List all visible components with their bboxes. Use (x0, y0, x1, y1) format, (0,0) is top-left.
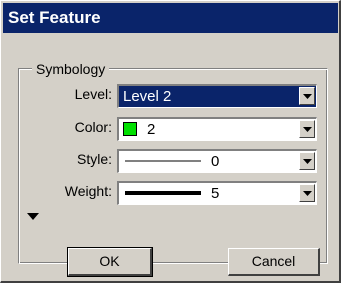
level-dropdown-button[interactable] (299, 87, 315, 105)
style-dropdown[interactable]: 0 (117, 149, 317, 173)
symbology-group-label: Symbology (32, 59, 110, 79)
weight-dropdown[interactable]: 5 (117, 181, 317, 205)
color-swatch (123, 122, 137, 136)
style-label: Style: (76, 151, 112, 167)
style-value: 0 (211, 153, 220, 170)
level-dropdown[interactable]: Level 2 (117, 84, 317, 108)
chevron-down-icon (303, 191, 312, 196)
color-dropdown-button[interactable] (299, 120, 315, 138)
chevron-down-icon (303, 94, 312, 99)
weight-value: 5 (211, 185, 220, 202)
weight-dropdown-button[interactable] (299, 184, 315, 202)
color-value: 2 (147, 121, 156, 138)
chevron-down-icon (303, 127, 312, 132)
triangle-down-icon[interactable] (27, 213, 39, 220)
ok-button[interactable]: OK (67, 247, 153, 277)
weight-label: Weight: (64, 183, 112, 199)
level-value: Level 2 (123, 88, 172, 105)
line-style-sample (125, 160, 201, 162)
line-weight-sample (125, 191, 201, 195)
level-label: Level: (74, 86, 112, 102)
style-dropdown-button[interactable] (299, 152, 315, 170)
cancel-button[interactable]: Cancel (228, 248, 320, 276)
chevron-down-icon (303, 159, 312, 164)
color-dropdown[interactable]: 2 (117, 117, 317, 141)
color-label: Color: (74, 119, 112, 135)
dialog-title: Set Feature (3, 3, 338, 33)
